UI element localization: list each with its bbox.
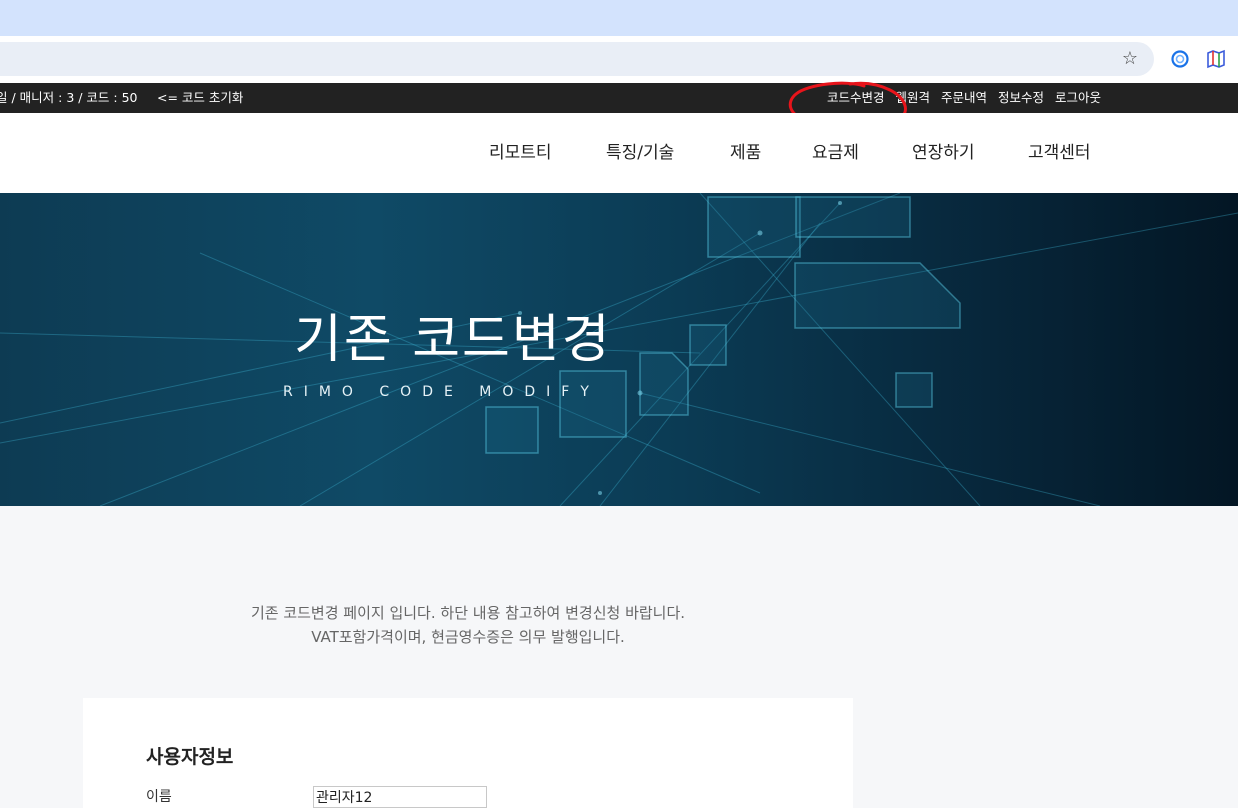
map-extension-icon[interactable] bbox=[1206, 49, 1226, 69]
code-reset-link[interactable]: <= 코드 초기화 bbox=[157, 83, 243, 113]
network-background-graphic bbox=[0, 193, 1238, 506]
hero-subtitle: RIMO CODE MODIFY bbox=[283, 384, 600, 400]
user-info-title: 사용자정보 bbox=[146, 746, 234, 768]
address-bar[interactable] bbox=[0, 42, 1154, 76]
browser-toolbar: ☆ bbox=[0, 36, 1238, 83]
hero-title: 기존 코드변경 bbox=[294, 310, 612, 370]
name-field[interactable] bbox=[313, 786, 487, 808]
circle-extension-icon[interactable] bbox=[1170, 49, 1190, 69]
nav-item-products[interactable]: 제품 bbox=[730, 113, 761, 193]
user-info-card: 사용자정보 이름 bbox=[83, 698, 853, 808]
name-label: 이름 bbox=[146, 789, 172, 805]
intro-text-line2: VAT포함가격이며, 현금영수증은 의무 발행입니다. bbox=[311, 628, 625, 646]
hero-banner: 기존 코드변경 RIMO CODE MODIFY bbox=[0, 193, 1238, 506]
browser-tab-strip bbox=[0, 0, 1238, 36]
logout-link[interactable]: 로그아웃 bbox=[1055, 90, 1101, 105]
edit-profile-link[interactable]: 정보수정 bbox=[998, 90, 1044, 105]
intro-text-line1: 기존 코드변경 페이지 입니다. 하단 내용 참고하여 변경신청 바랍니다. bbox=[250, 604, 686, 622]
order-history-link[interactable]: 주문내역 bbox=[941, 90, 987, 105]
top-links: 코드수변경 웹원격 주문내역 정보수정 로그아웃 bbox=[827, 83, 1108, 113]
nav-item-features[interactable]: 특징/기술 bbox=[606, 113, 674, 193]
main-navigation: 리모트티 특징/기술 제품 요금제 연장하기 고객센터 bbox=[0, 113, 1238, 193]
nav-item-extend[interactable]: 연장하기 bbox=[912, 113, 975, 193]
site-top-bar: 일 / 매니저 : 3 / 코드 : 50 <= 코드 초기화 코드수변경 웹원… bbox=[0, 83, 1238, 113]
star-icon[interactable]: ☆ bbox=[1119, 48, 1141, 70]
web-remote-link[interactable]: 웹원격 bbox=[896, 90, 931, 105]
change-code-count-link[interactable]: 코드수변경 bbox=[827, 90, 885, 105]
nav-item-pricing[interactable]: 요금제 bbox=[812, 113, 859, 193]
nav-item-remotety[interactable]: 리모트티 bbox=[489, 113, 552, 193]
nav-item-support[interactable]: 고객센터 bbox=[1028, 113, 1091, 193]
account-status-text: 일 / 매니저 : 3 / 코드 : 50 bbox=[0, 90, 138, 105]
